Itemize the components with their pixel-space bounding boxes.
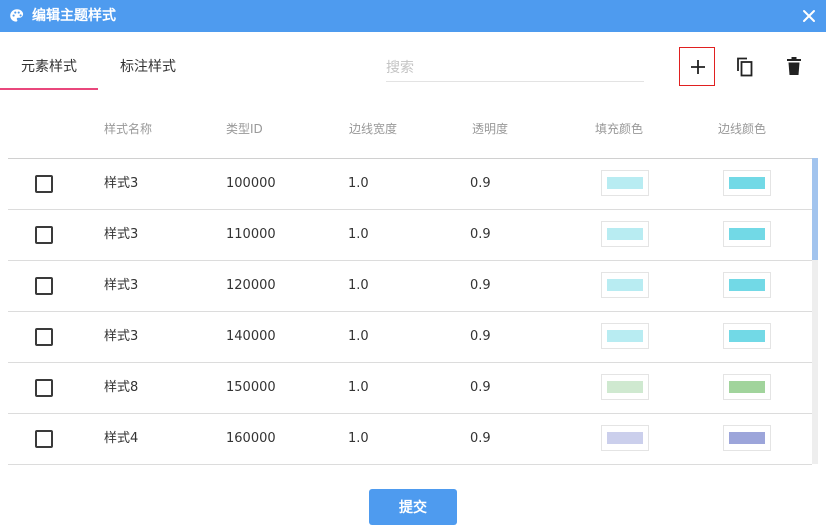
fill-color-swatch[interactable] [601,425,649,451]
active-tab-indicator [0,88,98,90]
tab-label-style[interactable]: 标注样式 [98,50,198,88]
line-color-swatch[interactable] [723,323,771,349]
copy-icon [737,57,753,77]
palette-icon [10,9,24,22]
opacity: 0.9 [470,380,491,395]
type-id: 100000 [226,176,276,191]
style-name: 样式3 [104,227,139,242]
line-color-swatch[interactable] [723,374,771,400]
opacity: 0.9 [470,329,491,344]
plus-icon [691,60,705,74]
type-id: 140000 [226,329,276,344]
line-width: 1.0 [348,380,369,395]
column-header-line-color: 边线颜色 [718,122,767,136]
opacity: 0.9 [470,227,491,242]
table-row: 样式3 110000 1.0 0.9 [8,210,812,261]
column-header-line-width: 边线宽度 [349,122,398,136]
opacity: 0.9 [470,431,491,446]
submit-button[interactable]: 提交 [369,489,457,525]
line-color-swatch[interactable] [723,170,771,196]
line-color-swatch[interactable] [723,425,771,451]
trash-icon [787,57,801,75]
style-name: 样式3 [104,329,139,344]
style-name: 样式3 [104,278,139,293]
table-row: 样式3 100000 1.0 0.9 [8,159,812,210]
type-id: 160000 [226,431,276,446]
style-name: 样式3 [104,176,139,191]
column-header-opacity: 透明度 [472,122,509,136]
line-color-swatch[interactable] [723,272,771,298]
line-width: 1.0 [348,227,369,242]
row-checkbox[interactable] [35,175,53,193]
column-header-fill-color: 填充颜色 [595,122,644,136]
fill-color-swatch[interactable] [601,272,649,298]
column-header-type-id: 类型ID [226,122,263,136]
close-icon[interactable] [801,8,817,24]
table-row: 样式4 160000 1.0 0.9 [8,414,812,465]
style-name: 样式4 [104,431,139,446]
row-checkbox[interactable] [35,379,53,397]
add-style-button[interactable] [679,47,715,86]
type-id: 120000 [226,278,276,293]
fill-color-swatch[interactable] [601,323,649,349]
column-header-name: 样式名称 [104,122,153,136]
line-width: 1.0 [348,278,369,293]
type-id: 110000 [226,227,276,242]
tab-element-style[interactable]: 元素样式 [0,50,98,88]
fill-color-swatch[interactable] [601,170,649,196]
opacity: 0.9 [470,278,491,293]
table-row: 样式3 120000 1.0 0.9 [8,261,812,312]
table-scrollbar-thumb[interactable] [812,158,818,260]
opacity: 0.9 [470,176,491,191]
line-width: 1.0 [348,176,369,191]
fill-color-swatch[interactable] [601,221,649,247]
row-checkbox[interactable] [35,328,53,346]
table-row: 样式3 140000 1.0 0.9 [8,312,812,363]
delete-style-button[interactable] [776,47,812,86]
fill-color-swatch[interactable] [601,374,649,400]
type-id: 150000 [226,380,276,395]
search-input[interactable] [386,55,644,82]
dialog-titlebar: 编辑主题样式 [0,0,826,32]
dialog-title: 编辑主题样式 [32,8,116,24]
style-name: 样式8 [104,380,139,395]
row-checkbox[interactable] [35,277,53,295]
line-color-swatch[interactable] [723,221,771,247]
line-width: 1.0 [348,329,369,344]
row-checkbox[interactable] [35,430,53,448]
line-width: 1.0 [348,431,369,446]
row-checkbox[interactable] [35,226,53,244]
copy-style-button[interactable] [727,47,763,86]
table-row: 样式8 150000 1.0 0.9 [8,363,812,414]
